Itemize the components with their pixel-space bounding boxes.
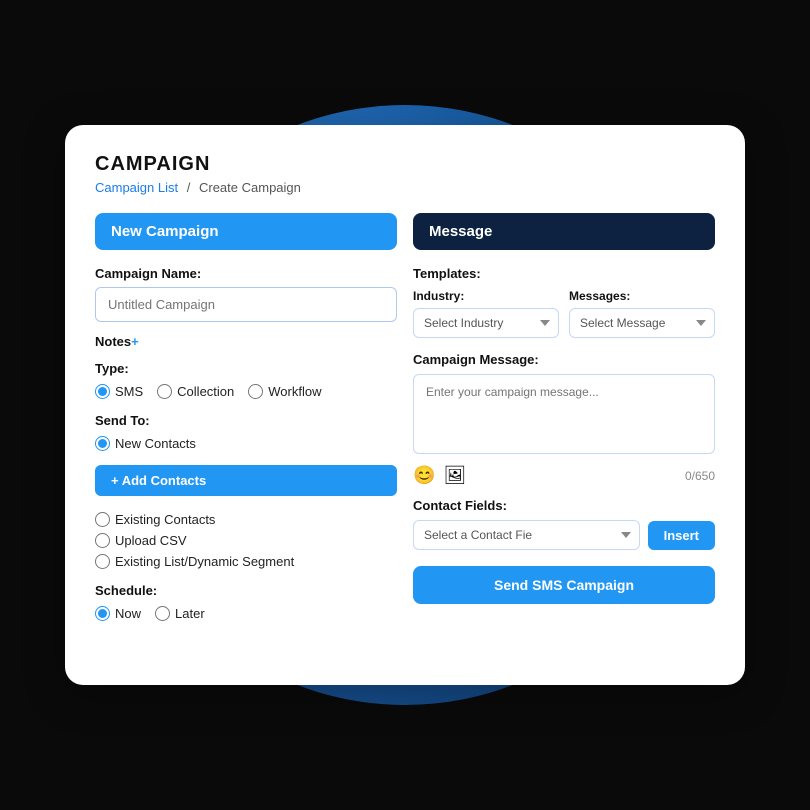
type-collection-option[interactable]: Collection xyxy=(157,384,234,399)
send-to-csv-radio[interactable] xyxy=(95,533,110,548)
left-panel: New Campaign Campaign Name: Notes+ Type:… xyxy=(95,213,397,625)
templates-label: Templates: xyxy=(413,266,715,281)
type-sms-option[interactable]: SMS xyxy=(95,384,143,399)
send-to-new-radio[interactable] xyxy=(95,436,110,451)
type-label: Type: xyxy=(95,361,397,376)
message-toolbar: 😊 🖼 0/650 xyxy=(413,465,715,486)
char-count: 0/650 xyxy=(685,469,715,483)
toolbar-icons: 😊 🖼 xyxy=(413,465,466,486)
messages-group: Messages: Select Message xyxy=(569,289,715,338)
type-workflow-radio[interactable] xyxy=(248,384,263,399)
campaign-message-textarea[interactable] xyxy=(413,374,715,454)
emoji-icon[interactable]: 😊 xyxy=(413,465,435,486)
breadcrumb-separator: / xyxy=(187,180,191,195)
notes-row: Notes+ xyxy=(95,334,397,349)
industry-select[interactable]: Select Industry xyxy=(413,308,559,338)
content-row: New Campaign Campaign Name: Notes+ Type:… xyxy=(95,213,715,625)
send-campaign-button[interactable]: Send SMS Campaign xyxy=(413,566,715,604)
image-icon[interactable]: 🖼 xyxy=(443,465,466,486)
industry-row: Industry: Select Industry Messages: Sele… xyxy=(413,289,715,338)
industry-group: Industry: Select Industry xyxy=(413,289,559,338)
breadcrumb: Campaign List / Create Campaign xyxy=(95,180,715,195)
schedule-section: Schedule: Now Later xyxy=(95,583,397,621)
new-campaign-header: New Campaign xyxy=(95,213,397,250)
type-sms-label: SMS xyxy=(115,384,143,399)
send-to-csv[interactable]: Upload CSV xyxy=(95,533,397,548)
send-to-csv-label: Upload CSV xyxy=(115,533,187,548)
send-to-dynamic-radio[interactable] xyxy=(95,554,110,569)
schedule-now-option[interactable]: Now xyxy=(95,606,141,621)
campaign-message-label: Campaign Message: xyxy=(413,352,715,367)
schedule-later-radio[interactable] xyxy=(155,606,170,621)
page-title: CAMPAIGN xyxy=(95,153,715,176)
contact-field-select[interactable]: Select a Contact Fie xyxy=(413,520,640,550)
send-to-existing-radio[interactable] xyxy=(95,512,110,527)
message-header: Message xyxy=(413,213,715,250)
type-radio-group: SMS Collection Workflow xyxy=(95,384,397,399)
right-panel: Message Templates: Industry: Select Indu… xyxy=(413,213,715,625)
send-to-dynamic-segment[interactable]: Existing List/Dynamic Segment xyxy=(95,554,397,569)
industry-label: Industry: xyxy=(413,289,559,303)
contact-fields-row: Select a Contact Fie Insert xyxy=(413,520,715,550)
insert-button[interactable]: Insert xyxy=(648,521,715,550)
messages-select[interactable]: Select Message xyxy=(569,308,715,338)
type-workflow-option[interactable]: Workflow xyxy=(248,384,321,399)
messages-label: Messages: xyxy=(569,289,715,303)
send-to-label: Send To: xyxy=(95,413,397,428)
add-contacts-button[interactable]: + Add Contacts xyxy=(95,465,397,496)
send-to-existing-label: Existing Contacts xyxy=(115,512,215,527)
breadcrumb-link[interactable]: Campaign List xyxy=(95,180,178,195)
breadcrumb-current: Create Campaign xyxy=(199,180,301,195)
schedule-now-label: Now xyxy=(115,606,141,621)
type-collection-label: Collection xyxy=(177,384,234,399)
schedule-later-option[interactable]: Later xyxy=(155,606,205,621)
type-collection-radio[interactable] xyxy=(157,384,172,399)
send-to-existing-contacts[interactable]: Existing Contacts xyxy=(95,512,397,527)
schedule-now-radio[interactable] xyxy=(95,606,110,621)
send-to-new-label: New Contacts xyxy=(115,436,196,451)
schedule-radio-group: Now Later xyxy=(95,606,397,621)
notes-label: Notes xyxy=(95,334,131,349)
send-to-radio-group: New Contacts + Add Contacts Existing Con… xyxy=(95,436,397,569)
schedule-later-label: Later xyxy=(175,606,205,621)
schedule-label: Schedule: xyxy=(95,583,397,598)
campaign-name-input[interactable] xyxy=(95,287,397,322)
type-workflow-label: Workflow xyxy=(268,384,321,399)
type-sms-radio[interactable] xyxy=(95,384,110,399)
send-to-dynamic-label: Existing List/Dynamic Segment xyxy=(115,554,294,569)
send-to-section: Send To: New Contacts + Add Contacts Exi… xyxy=(95,413,397,569)
notes-plus-icon[interactable]: + xyxy=(131,334,139,349)
campaign-name-label: Campaign Name: xyxy=(95,266,397,281)
send-to-new-contacts[interactable]: New Contacts xyxy=(95,436,397,451)
main-card: CAMPAIGN Campaign List / Create Campaign… xyxy=(65,125,745,685)
contact-fields-label: Contact Fields: xyxy=(413,498,715,513)
